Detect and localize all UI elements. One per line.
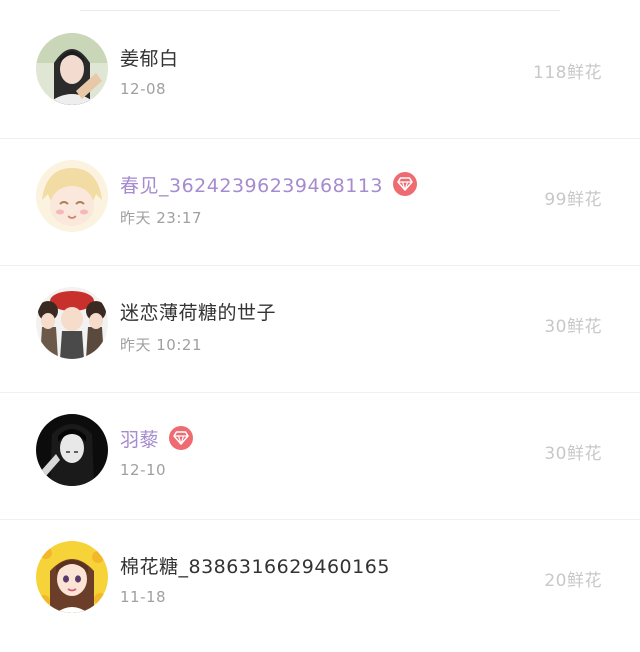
name-row: 春见_36242396239468113	[120, 169, 418, 199]
avatar[interactable]	[36, 160, 108, 232]
name-row: 姜郁白	[120, 42, 179, 72]
gift-ranking-list: 姜郁白 12-08 118鲜花 春见_36242396239468113 昨天 …	[0, 12, 640, 647]
avatar[interactable]	[36, 414, 108, 486]
flower-count: 30鲜花	[544, 444, 602, 464]
user-name[interactable]: 春见_36242396239468113	[120, 171, 383, 198]
list-item[interactable]: 棉花糖_8386316629460165 11-18 20鲜花	[0, 520, 640, 647]
list-item[interactable]: 羽藜 12-10 30鲜花	[0, 393, 640, 520]
list-item[interactable]: 春见_36242396239468113 昨天 23:17 99鲜花	[0, 139, 640, 266]
flower-count: 30鲜花	[544, 317, 602, 337]
timestamp: 昨天 23:17	[120, 209, 202, 227]
timestamp: 昨天 10:21	[120, 336, 202, 354]
flower-count: 118鲜花	[533, 63, 602, 83]
list-item[interactable]: 迷恋薄荷糖的世子 昨天 10:21 30鲜花	[0, 266, 640, 393]
timestamp: 12-10	[120, 461, 167, 479]
user-name[interactable]: 姜郁白	[120, 44, 179, 71]
flower-count: 99鲜花	[544, 190, 602, 210]
flower-count: 20鲜花	[544, 571, 602, 591]
list-item[interactable]: 姜郁白 12-08 118鲜花	[0, 12, 640, 139]
avatar[interactable]	[36, 33, 108, 105]
avatar[interactable]	[36, 541, 108, 613]
timestamp: 12-08	[120, 80, 167, 98]
name-row: 迷恋薄荷糖的世子	[120, 296, 276, 326]
avatar[interactable]	[36, 287, 108, 359]
top-divider	[80, 10, 560, 11]
timestamp: 11-18	[120, 588, 167, 606]
name-row: 羽藜	[120, 423, 194, 453]
name-row: 棉花糖_8386316629460165	[120, 550, 390, 580]
user-name[interactable]: 棉花糖_8386316629460165	[120, 552, 390, 579]
user-name[interactable]: 迷恋薄荷糖的世子	[120, 298, 276, 325]
diamond-icon	[393, 172, 418, 196]
diamond-icon	[169, 426, 194, 450]
user-name[interactable]: 羽藜	[120, 425, 159, 452]
